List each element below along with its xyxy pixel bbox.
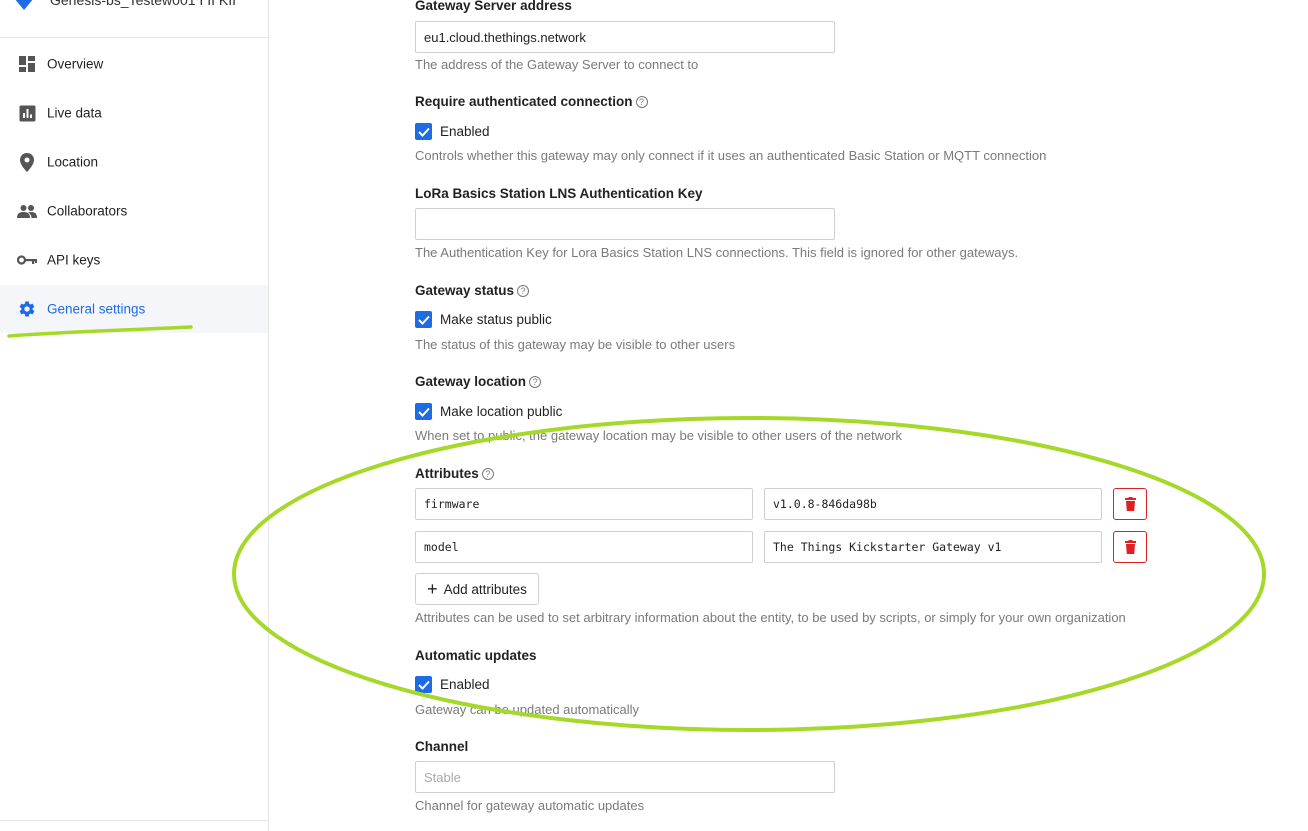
gateway-server-label: Gateway Server address bbox=[415, 0, 572, 13]
gateway-server-input[interactable]: eu1.cloud.thethings.network bbox=[415, 21, 835, 53]
sidebar-item-location[interactable]: Location bbox=[0, 138, 268, 186]
checkmark-icon bbox=[417, 127, 430, 137]
sidebar-item-label: Live data bbox=[47, 105, 102, 121]
gateway-location-checkbox-row[interactable]: Make location public bbox=[415, 403, 562, 420]
gateway-status-checkbox-row[interactable]: Make status public bbox=[415, 311, 552, 328]
checkmark-icon bbox=[417, 680, 430, 690]
add-attributes-button[interactable]: + Add attributes bbox=[415, 573, 539, 605]
gateway-status-label: Gateway status? bbox=[415, 283, 530, 298]
attribute-value-input[interactable]: v1.0.8-846da98b bbox=[764, 488, 1102, 520]
lns-key-label: LoRa Basics Station LNS Authentication K… bbox=[415, 186, 703, 201]
gateway-status-checkbox[interactable] bbox=[415, 311, 432, 328]
location-pin-icon bbox=[17, 152, 37, 172]
help-icon[interactable]: ? bbox=[529, 375, 542, 388]
help-icon[interactable]: ? bbox=[635, 95, 648, 108]
require-auth-checkbox[interactable] bbox=[415, 123, 432, 140]
sidebar-item-label: Collaborators bbox=[47, 203, 128, 219]
overview-icon bbox=[17, 54, 37, 74]
attribute-value-input[interactable]: The Things Kickstarter Gateway v1 bbox=[764, 531, 1102, 563]
key-icon bbox=[17, 250, 37, 270]
sidebar-item-label: General settings bbox=[47, 301, 146, 317]
checkmark-icon bbox=[417, 315, 430, 325]
sidebar-item-overview[interactable]: Overview bbox=[0, 40, 268, 88]
trash-icon bbox=[1124, 497, 1136, 511]
sidebar-divider bbox=[0, 820, 268, 821]
sidebar-item-live-data[interactable]: Live data bbox=[0, 89, 268, 137]
trash-icon bbox=[1124, 540, 1136, 554]
attributes-description: Attributes can be used to set arbitrary … bbox=[415, 610, 1126, 625]
settings-form: Gateway Server address eu1.cloud.thethin… bbox=[269, 0, 1308, 831]
sidebar-item-label: Location bbox=[47, 154, 99, 170]
help-icon[interactable]: ? bbox=[517, 284, 530, 297]
gear-icon bbox=[17, 299, 37, 319]
sidebar-item-api-keys[interactable]: API keys bbox=[0, 236, 268, 284]
sidebar-item-general-settings[interactable]: General settings bbox=[0, 285, 268, 333]
auto-updates-label: Automatic updates bbox=[415, 648, 537, 663]
gateway-location-checkbox-label: Make location public bbox=[440, 404, 563, 419]
sidebar-item-label: API keys bbox=[47, 252, 101, 268]
gateway-location-label: Gateway location? bbox=[415, 374, 542, 389]
channel-input[interactable]: Stable bbox=[415, 761, 835, 793]
require-auth-description: Controls whether this gateway may only c… bbox=[415, 148, 1047, 163]
help-icon[interactable]: ? bbox=[481, 467, 494, 480]
sidebar: Genesis-bs_Testew001 I II KII Overview L… bbox=[0, 0, 269, 831]
lns-key-input[interactable] bbox=[415, 208, 835, 240]
lns-key-description: The Authentication Key for Lora Basics S… bbox=[415, 245, 1019, 260]
auto-updates-checkbox[interactable] bbox=[415, 676, 432, 693]
require-auth-checkbox-row[interactable]: Enabled bbox=[415, 123, 490, 140]
attributes-label: Attributes? bbox=[415, 466, 494, 481]
sidebar-header: Genesis-bs_Testew001 I II KII bbox=[0, 0, 268, 38]
require-auth-label: Require authenticated connection? bbox=[415, 94, 648, 109]
channel-label: Channel bbox=[415, 739, 469, 754]
sidebar-item-label: Overview bbox=[47, 56, 104, 72]
plus-icon: + bbox=[427, 579, 438, 599]
add-attributes-label: Add attributes bbox=[443, 581, 527, 597]
gateway-status-checkbox-label: Make status public bbox=[440, 312, 552, 327]
channel-description: Channel for gateway automatic updates bbox=[415, 798, 645, 813]
gateway-status-description: The status of this gateway may be visibl… bbox=[415, 337, 736, 352]
attribute-key-input[interactable]: firmware bbox=[415, 488, 753, 520]
gateway-location-checkbox[interactable] bbox=[415, 403, 432, 420]
gateway-logo-icon bbox=[15, 0, 33, 10]
delete-attribute-button[interactable] bbox=[1113, 488, 1147, 520]
auto-updates-checkbox-row[interactable]: Enabled bbox=[415, 676, 490, 693]
auto-updates-checkbox-label: Enabled bbox=[440, 677, 490, 692]
auto-updates-description: Gateway can be updated automatically bbox=[415, 702, 640, 717]
chart-icon bbox=[17, 103, 37, 123]
gateway-server-description: The address of the Gateway Server to con… bbox=[415, 57, 699, 72]
delete-attribute-button[interactable] bbox=[1113, 531, 1147, 563]
sidebar-item-collaborators[interactable]: Collaborators bbox=[0, 187, 268, 235]
gateway-title: Genesis-bs_Testew001 I II KII bbox=[50, 0, 236, 8]
gateway-location-description: When set to public, the gateway location… bbox=[415, 428, 903, 443]
attribute-key-input[interactable]: model bbox=[415, 531, 753, 563]
people-icon bbox=[17, 201, 37, 221]
require-auth-checkbox-label: Enabled bbox=[440, 124, 490, 139]
checkmark-icon bbox=[417, 407, 430, 417]
